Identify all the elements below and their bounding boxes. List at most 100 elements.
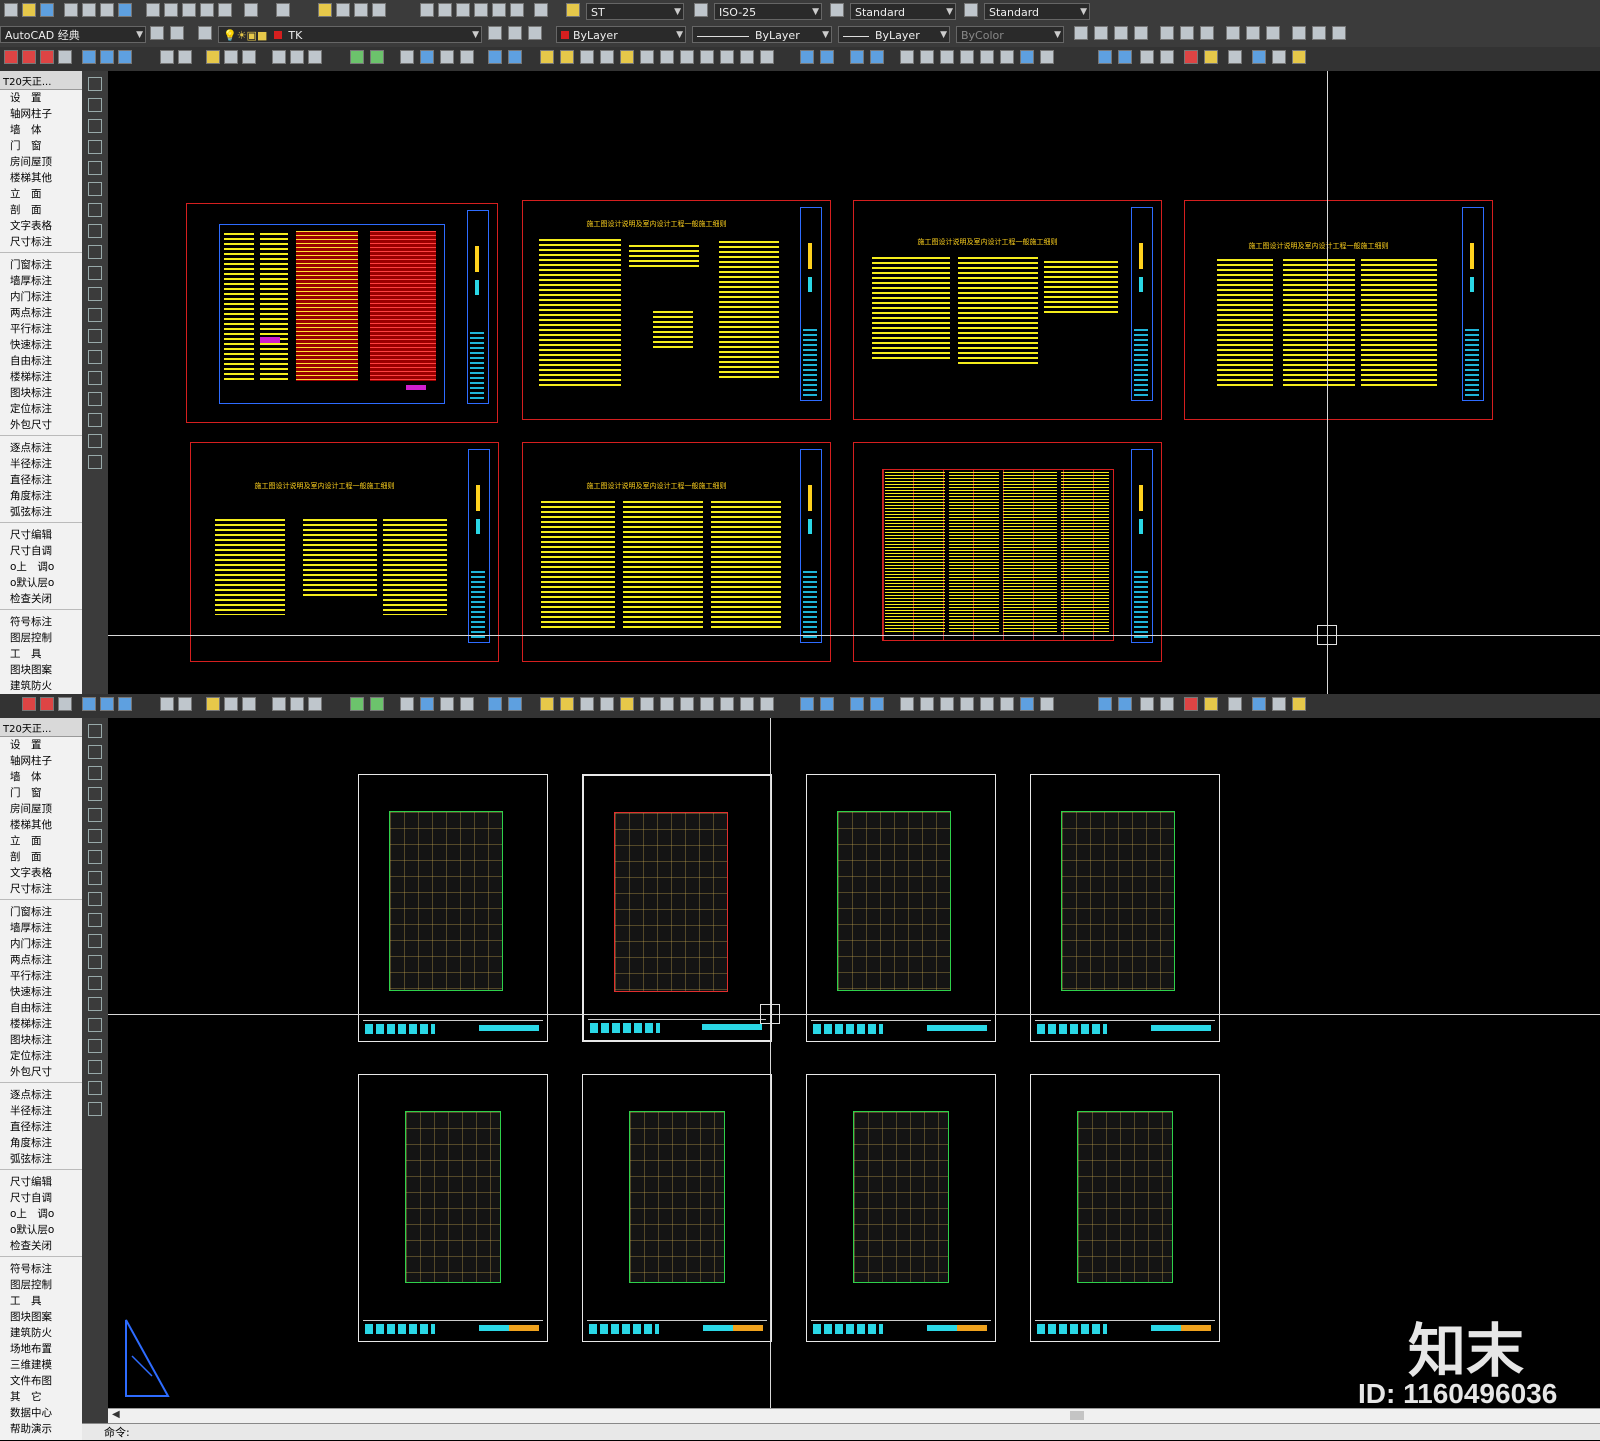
hatch-icon[interactable] [88,371,102,385]
circle-icon[interactable] [88,850,102,864]
t20-tool-icon[interactable] [1272,50,1286,64]
point-icon[interactable] [88,997,102,1011]
t20-tool-icon[interactable] [800,697,814,711]
sidebar-menu-item[interactable]: 尺寸标注 [0,881,82,897]
t20-tool-icon[interactable] [82,697,96,711]
make-block-icon[interactable] [88,329,102,343]
t20-tool-icon[interactable] [940,697,954,711]
arc-icon[interactable] [88,182,102,196]
sidebar-menu-item[interactable]: 房间屋顶 [0,801,82,817]
t20-tool-icon[interactable] [620,697,634,711]
sidebar-menu-item[interactable]: 尺寸自调 [0,1190,82,1206]
t20-tool-icon[interactable] [242,697,256,711]
t20-tool-icon[interactable] [540,50,554,64]
t20-tool-icon[interactable] [850,50,864,64]
sidebar-menu-item[interactable]: 自由标注 [0,1000,82,1016]
tool-palettes-icon[interactable] [456,3,470,17]
web-icon[interactable] [118,3,132,17]
scrollbar-thumb[interactable] [1070,1411,1084,1420]
sidebar-menu-item[interactable]: 门窗标注 [0,257,82,273]
sidebar-menu-item[interactable]: 三维建模 [0,1357,82,1373]
sidebar-menu-item[interactable]: 定位标注 [0,401,82,417]
sidebar-menu-item[interactable]: 两点标注 [0,952,82,968]
t20-tool-icon[interactable] [1252,697,1266,711]
t20-tool-icon[interactable] [350,50,364,64]
sidebar-menu-item[interactable]: 图层控制 [0,1277,82,1293]
t20-tool-icon[interactable] [560,50,574,64]
sidebar-menu-item[interactable]: 图层控制 [0,630,82,646]
sidebar-menu-item[interactable]: 设 置 [0,737,82,753]
t20-tool-icon[interactable] [720,697,734,711]
drawing-sheet[interactable]: 施工图设计说明及室内设计工程一般施工细则 [522,442,831,662]
drawing-sheet[interactable]: 施工图设计说明及室内设计工程一般施工细则 [853,200,1162,420]
t20-tool-icon[interactable] [600,50,614,64]
sidebar-menu-item[interactable]: 建筑防火 [0,1325,82,1341]
t20-tool-icon[interactable] [870,697,884,711]
region-icon[interactable] [88,413,102,427]
t20-tool-icon[interactable] [1228,50,1242,64]
ellipse-icon[interactable] [88,266,102,280]
revcloud-icon[interactable] [88,871,102,885]
sidebar-menu-item[interactable]: 墙厚标注 [0,920,82,936]
preview-icon[interactable] [82,3,96,17]
t20-tool-icon[interactable] [870,50,884,64]
t20-tool-icon[interactable] [600,697,614,711]
t20-tool-icon[interactable] [1098,697,1112,711]
sidebar-menu-item[interactable]: 半径标注 [0,456,82,472]
sidebar-menu-item[interactable]: 场地布置 [0,1341,82,1357]
t20-tool-icon[interactable] [1272,697,1286,711]
cut-icon[interactable] [146,3,160,17]
t20-tool-icon[interactable] [1292,697,1306,711]
scroll-left-arrow[interactable]: ◀ [112,1409,120,1420]
leader-front-icon[interactable] [1226,26,1240,40]
sidebar-menu-item[interactable]: 墙厚标注 [0,273,82,289]
ellipse-arc-icon[interactable] [88,934,102,948]
t20-tool-icon[interactable] [700,50,714,64]
t20-tool-icon[interactable] [1140,697,1154,711]
sidebar-menu-item[interactable]: 楼梯标注 [0,369,82,385]
sidebar-menu-item[interactable]: 图块标注 [0,1032,82,1048]
t20-tool-icon[interactable] [272,697,286,711]
list-icon[interactable] [1312,26,1326,40]
print-icon[interactable] [64,3,78,17]
sidebar-menu-item[interactable]: 立 面 [0,833,82,849]
t20-tool-icon[interactable] [620,50,634,64]
t20-tool-icon[interactable] [440,697,454,711]
t20-tool-icon[interactable] [370,50,384,64]
t20-tool-icon[interactable] [1020,697,1034,711]
sidebar-menu-item[interactable]: 角度标注 [0,488,82,504]
polyline-icon[interactable] [88,766,102,780]
copy-icon[interactable] [164,3,178,17]
t20-tool-icon[interactable] [1118,50,1132,64]
sidebar-menu-item[interactable]: 外包尺寸 [0,1064,82,1080]
t20-tool-icon[interactable] [160,50,174,64]
t20-tool-icon[interactable] [1000,50,1014,64]
floor-plan-sheet[interactable] [806,774,996,1042]
t20-tool-icon[interactable] [680,50,694,64]
t20-tool-icon[interactable] [272,50,286,64]
t20-tool-icon[interactable] [900,697,914,711]
command-line[interactable]: 命令: [82,1423,1600,1440]
t20-tool-icon[interactable] [760,697,774,711]
mleader-style-select[interactable]: Standard ▼ [984,3,1090,20]
t20-tool-icon[interactable] [1252,50,1266,64]
t20-tool-icon[interactable] [178,697,192,711]
t20-tool-icon[interactable] [370,697,384,711]
sidebar-menu-item[interactable]: 图块标注 [0,385,82,401]
zoom-realtime-icon[interactable] [336,3,350,17]
floor-plan-sheet[interactable] [582,1074,772,1342]
sidebar-menu-item[interactable]: o默认层o [0,575,82,591]
t20-tool-icon[interactable] [224,697,238,711]
sidebar-menu-item[interactable]: 快速标注 [0,337,82,353]
t20-tool-icon[interactable] [100,50,114,64]
lineweight-select[interactable]: ByLayer ▼ [838,26,950,43]
t20-tool-icon[interactable] [508,50,522,64]
sidebar-menu-item[interactable]: 平行标注 [0,321,82,337]
sidebar-menu-item[interactable]: 快速标注 [0,984,82,1000]
t20-tool-icon[interactable] [820,50,834,64]
t20-tool-icon[interactable] [1184,50,1198,64]
sidebar-menu-item[interactable]: 自由标注 [0,353,82,369]
hatch-icon[interactable] [88,1018,102,1032]
sidebar-menu-item[interactable]: 定位标注 [0,1048,82,1064]
t20-tool-icon[interactable] [58,50,72,64]
